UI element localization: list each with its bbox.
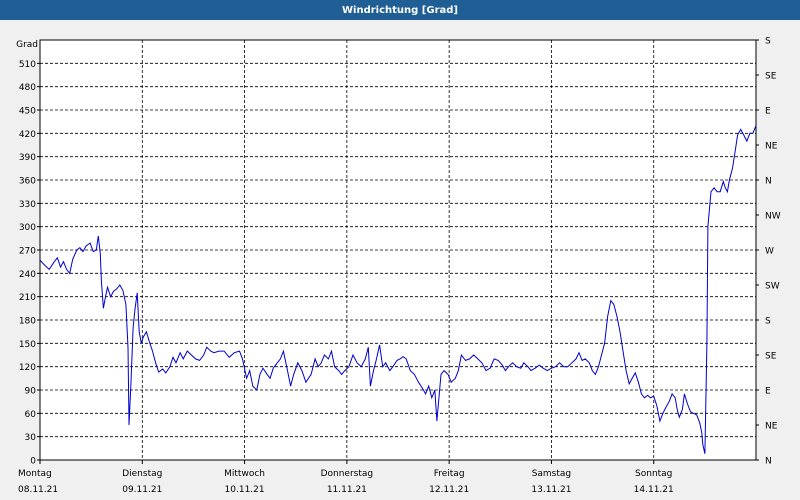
x-tick-date: 11.11.21 [327, 485, 367, 495]
y2-tick-label: S [765, 317, 771, 327]
x-tick-date: 08.11.21 [18, 485, 58, 495]
x-axis: Montag 08.11.21 Dienstag 09.11.21 Mittwoch 10… [18, 460, 674, 495]
y-tick-label: 270 [19, 247, 36, 257]
wind-direction-chart: 0 30 60 90 120 150 180 210 240 270 300 330 360 390 420… [16, 37, 781, 496]
y-tick-label: 390 [19, 153, 36, 163]
y-tick-label: 510 [19, 60, 36, 70]
x-tick-date: 13.11.21 [531, 485, 571, 495]
x-tick-weekday: Freitag [434, 469, 465, 479]
y2-tick-label: E [765, 387, 771, 397]
y-axis-left: 0 30 60 90 120 150 180 210 240 270 300 330 360 390 420… [19, 60, 40, 467]
y2-tick-label: NW [765, 212, 781, 222]
y-tick-label: 0 [30, 457, 36, 467]
x-tick-date: 09.11.21 [122, 485, 162, 495]
y-tick-label: 210 [19, 293, 36, 303]
y2-tick-label: NE [765, 142, 778, 152]
y2-tick-label: W [765, 247, 774, 257]
x-tick-weekday: Sonntag [635, 469, 672, 479]
x-tick-weekday: Montag [18, 469, 52, 479]
y-tick-label: 330 [19, 200, 36, 210]
x-tick-weekday: Mittwoch [224, 469, 265, 479]
y-tick-label: 90 [25, 387, 37, 397]
y2-tick-label: E [765, 107, 771, 117]
y-tick-label: 420 [19, 130, 36, 140]
x-tick-weekday: Samstag [532, 469, 571, 479]
y-tick-label: 120 [19, 363, 36, 373]
y-axis-label: Grad [16, 40, 38, 50]
y-tick-label: 150 [19, 340, 36, 350]
x-tick-date: 10.11.21 [225, 485, 265, 495]
y2-tick-label: SW [765, 282, 780, 292]
y2-tick-label: N [765, 177, 772, 187]
y-tick-label: 60 [25, 410, 37, 420]
y2-tick-label: SE [765, 72, 777, 82]
y-tick-label: 180 [19, 317, 36, 327]
y2-tick-label: S [765, 37, 771, 47]
y-axis-right: N NE E SE S SW W NW N NE E SE S [756, 37, 781, 467]
y2-tick-label: N [765, 457, 772, 467]
y-tick-label: 480 [19, 83, 36, 93]
y-tick-label: 360 [19, 177, 36, 187]
y2-tick-label: NE [765, 422, 778, 432]
x-tick-weekday: Dienstag [122, 469, 162, 479]
y2-tick-label: SE [765, 352, 777, 362]
x-tick-weekday: Donnerstag [321, 469, 374, 479]
y-tick-label: 450 [19, 107, 36, 117]
y-tick-label: 300 [19, 223, 36, 233]
y-tick-label: 240 [19, 270, 36, 280]
y-tick-label: 30 [25, 433, 37, 443]
x-tick-date: 14.11.21 [634, 485, 674, 495]
x-tick-date: 12.11.21 [429, 485, 469, 495]
